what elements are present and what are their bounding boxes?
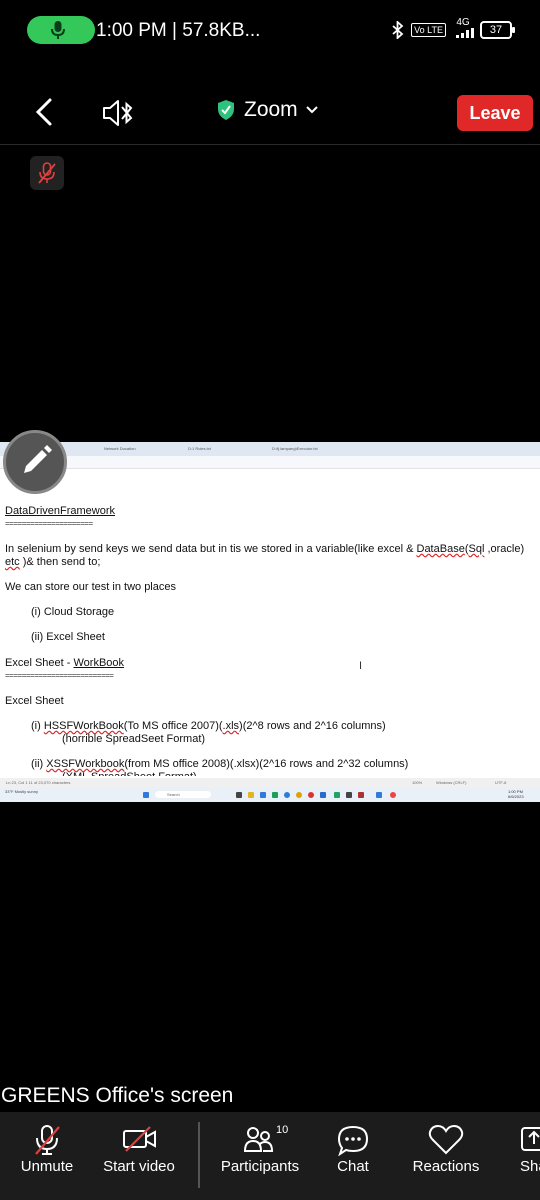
shield-check-icon [218,100,234,120]
text-cursor-icon: I [359,660,363,672]
list-item: (ii) Excel Sheet [31,631,105,643]
heart-icon [428,1124,464,1155]
status-eol: Windows (CRLF) [436,780,467,785]
taskbar-app-icon [272,792,278,798]
windows-taskbar: 33°F Mostly sunny Search 1:00 PM 6/6/202… [0,787,540,802]
meeting-top-bar: Zoom Leave [0,84,540,145]
doc-title: DataDrivenFramework [5,505,116,517]
mic-off-icon [38,162,56,184]
taskbar-app-icon [260,792,266,798]
taskbar-clock: 1:00 PM 6/6/2023 [508,789,524,799]
bluetooth-icon [392,20,404,39]
chevron-down-icon [305,106,318,114]
network-type: 4G [456,17,470,28]
list-item: (i) Cloud Storage [31,606,115,618]
paragraph-line: Excel Sheet [5,695,64,707]
weather-widget: 33°F Mostly sunny [5,789,38,794]
speaker-bluetooth-icon [103,100,133,126]
unmute-button[interactable]: Unmute [14,1112,80,1200]
audio-output-button[interactable] [100,96,140,130]
paragraph-line: In selenium by send keys we send data bu… [5,543,525,555]
notepad-status-bar: Ln 23, Col 1 11 of 23,070 characters 100… [0,778,540,787]
status-icons: Vo LTE 4G 37 [391,18,515,41]
start-video-button[interactable]: Start video [98,1112,180,1200]
taskbar-app-icon [376,792,382,798]
network-indicator: 4G [452,18,474,41]
annotate-button[interactable] [3,430,67,494]
taskbar-app-icon [358,792,364,798]
notepad-tab-bar: Dorai Dhana Kumar Network Ducation D:1 R… [0,442,540,456]
mic-off-icon [35,1125,60,1155]
screen-share-label: GREENS Office's screen [1,1084,234,1107]
taskbar-app-icon [236,792,242,798]
leave-button[interactable]: Leave [457,95,533,131]
tab-3: D:1 Roles.txt [188,446,211,451]
paragraph-line: etc )& then send to; [5,556,101,568]
taskbar-app-icon [320,792,326,798]
signal-icon [456,28,474,38]
list-note: (XML SpreadSheet Format) [62,770,197,776]
share-screen-icon [521,1127,540,1151]
meeting-title: Zoom [244,98,298,121]
start-video-label: Start video [103,1158,175,1175]
mic-icon [51,21,65,39]
status-encoding: UTF-8 [495,780,507,785]
taskbar-date: 6/6/2023 [508,794,524,799]
toolbar-divider [198,1122,200,1188]
chat-label: Chat [337,1158,369,1175]
meeting-title-dropdown[interactable]: Zoom [216,98,318,122]
taskbar-app-icon [308,792,314,798]
paragraph-line: We can store our test in two places [5,581,176,593]
status-time: 1:00 PM | 57.8KB... [96,20,261,41]
separator: ========================== [5,671,114,680]
notepad-menu-bar [0,456,540,469]
tab-4: D:\fj.lampang\Executor.txt [272,446,318,451]
participants-icon [244,1127,274,1152]
taskbar-search: Search [155,791,211,798]
status-bar: 1:00 PM | 57.8KB... Vo LTE 4G 37 [0,0,540,60]
shared-screen: Dorai Dhana Kumar Network Ducation D:1 R… [0,442,540,802]
chrome-icon [296,792,302,798]
reactions-label: Reactions [412,1158,480,1175]
taskbar-app-icon [334,792,340,798]
chat-icon [337,1125,369,1156]
video-off-icon [123,1126,156,1152]
separator: ===================== [5,519,93,528]
chevron-left-icon [35,98,52,126]
list-item: (ii) XSSFWorkbook(from MS office 2008)(.… [31,758,409,770]
volte-badge: Vo LTE [411,22,446,37]
list-item: (i) HSSFWorkBook(To MS office 2007)(.xls… [31,720,386,732]
tab-2: Network Ducation [104,446,136,451]
list-note: (horrible SpreadSeet Format) [62,733,206,745]
participants-button[interactable]: 10 Participants [216,1112,304,1200]
share-button[interactable]: Sha [512,1112,540,1200]
reactions-button[interactable]: Reactions [408,1112,484,1200]
share-label: Sha [520,1158,540,1175]
taskbar-app-icon [346,792,352,798]
status-zoom: 100% [412,780,423,785]
pencil-icon [24,445,52,473]
taskbar-app-icon [390,792,396,798]
back-button[interactable] [28,94,64,130]
battery-icon: 37 [480,20,515,39]
self-muted-indicator [30,156,64,190]
section-heading: Excel Sheet - WorkBook [5,657,125,669]
status-position: Ln 23, Col 1 11 of 23,070 characters [6,780,71,785]
meeting-toolbar: Unmute Start video 10 Participants Chat [0,1112,540,1200]
start-icon [143,792,149,798]
unmute-label: Unmute [20,1158,74,1175]
chat-button[interactable]: Chat [328,1112,378,1200]
folder-icon [248,792,254,798]
participants-count: 10 [276,1124,289,1136]
edge-icon [284,792,290,798]
participants-label: Participants [220,1158,300,1175]
active-mic-indicator[interactable] [27,16,95,44]
